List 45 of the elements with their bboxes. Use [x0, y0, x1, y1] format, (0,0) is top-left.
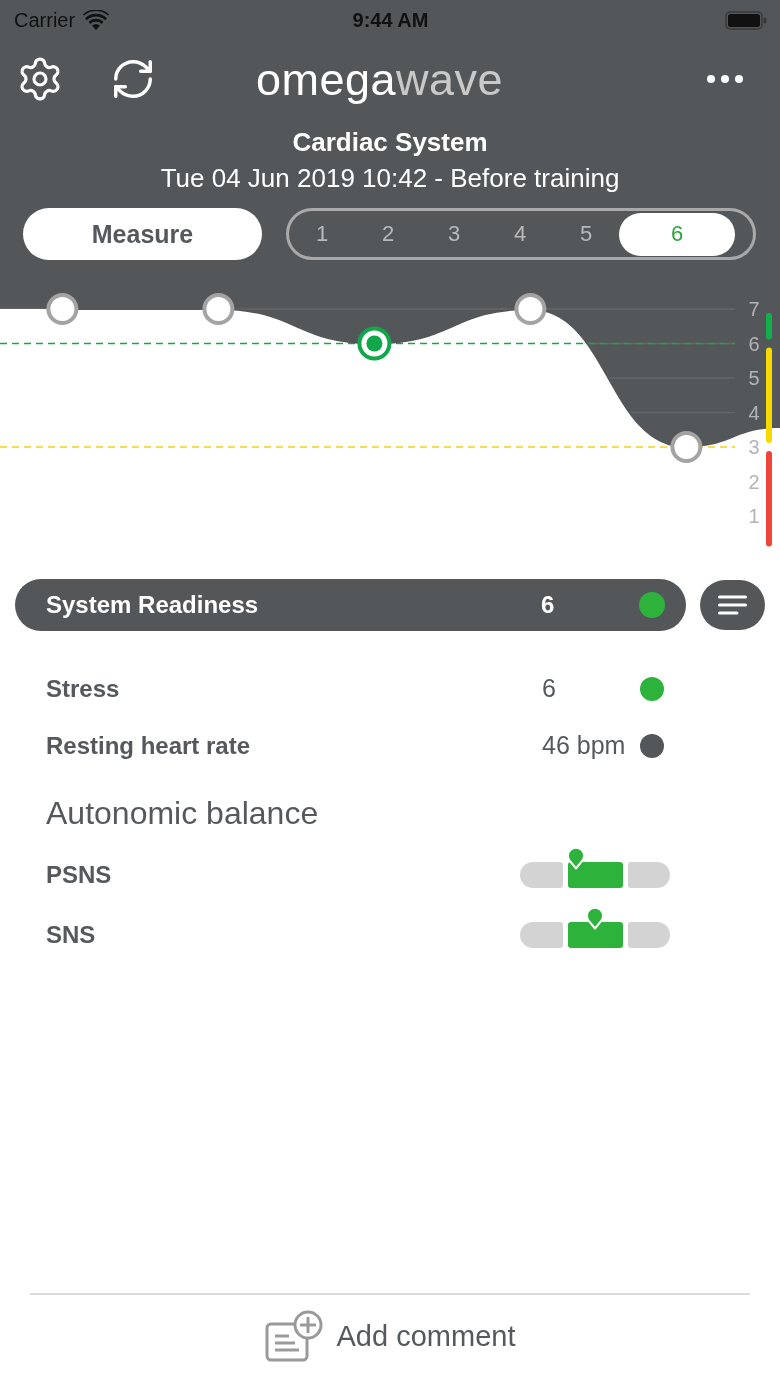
- battery-icon: [725, 10, 767, 30]
- measurement-tab[interactable]: 2: [355, 212, 421, 256]
- readiness-value: 6: [541, 591, 556, 619]
- y-axis-label: 2: [748, 470, 760, 493]
- list-icon: [718, 595, 747, 615]
- add-comment-icon: [264, 1310, 323, 1362]
- balance-segment: [628, 862, 670, 888]
- metric-value: 6: [542, 674, 557, 703]
- y-axis-label: 1: [748, 505, 760, 527]
- carrier-name: Carrier: [14, 8, 76, 32]
- balance-segment: [520, 862, 563, 888]
- app-logo: omegawave: [255, 56, 504, 102]
- balance-label: SNS: [46, 921, 97, 949]
- chart-point[interactable]: [357, 326, 392, 361]
- status-time: 9:44 AM: [352, 8, 429, 32]
- chart-point[interactable]: [670, 431, 703, 463]
- y-axis-label: 5: [748, 367, 760, 389]
- wifi-icon: [83, 10, 110, 30]
- chart-point[interactable]: [202, 293, 235, 325]
- y-axis-label: 7: [748, 298, 760, 320]
- metric-label: Resting heart rate: [46, 731, 252, 760]
- measure-button[interactable]: Measure: [23, 208, 262, 260]
- details-button[interactable]: [700, 580, 765, 630]
- balance-segment: [628, 922, 670, 948]
- y-axis-label: 3: [748, 436, 760, 458]
- screen-title: Cardiac System: [291, 126, 489, 158]
- chart-point[interactable]: [46, 293, 79, 325]
- more-icon: [707, 75, 743, 83]
- measurement-tab[interactable]: 4: [487, 212, 553, 256]
- measurement-tab[interactable]: 3: [421, 212, 487, 256]
- readiness-label: System Readiness: [46, 591, 260, 619]
- measurement-tab[interactable]: 1: [289, 212, 355, 256]
- more-button[interactable]: [707, 75, 743, 83]
- y-axis-label: 4: [748, 401, 760, 424]
- chart-point[interactable]: [514, 293, 547, 325]
- balance-label: PSNS: [46, 861, 113, 889]
- metric-label: Stress: [46, 674, 121, 703]
- metric-value: 46 bpm: [542, 731, 627, 760]
- measurement-tab[interactable]: 5: [553, 212, 619, 256]
- y-axis-label: 6: [748, 332, 760, 355]
- add-comment-button[interactable]: Add comment: [264, 1301, 516, 1371]
- measurement-tab[interactable]: 6: [619, 212, 735, 256]
- measurement-date: Tue 04 Jun 2019 10:42 - Before training: [159, 162, 621, 195]
- balance-segment: [520, 922, 563, 948]
- section-title: Autonomic balance: [45, 794, 320, 832]
